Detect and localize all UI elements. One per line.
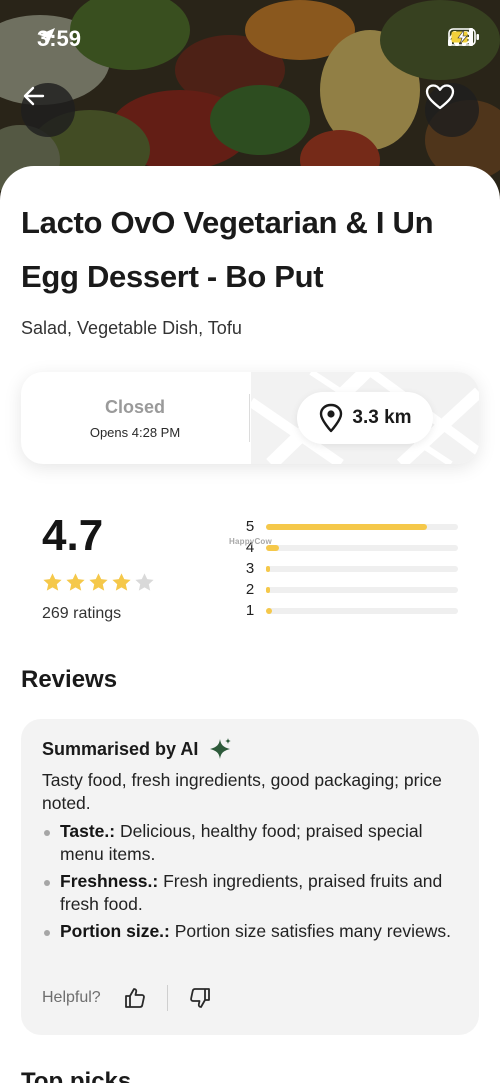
favorite-button[interactable] bbox=[425, 83, 479, 137]
histogram-bar bbox=[266, 566, 270, 572]
histogram-label: 1 bbox=[245, 602, 255, 619]
next-section-title: Top picks bbox=[21, 1068, 132, 1083]
histogram-label: 3 bbox=[245, 560, 255, 577]
histogram-row: 2 bbox=[243, 580, 458, 601]
star-filled-icon bbox=[66, 573, 85, 591]
star-filled-icon bbox=[112, 573, 131, 591]
reviews-title: Reviews bbox=[21, 666, 118, 693]
opens-time: Opens 4:28 PM bbox=[89, 425, 181, 440]
location-arrow-icon bbox=[39, 28, 55, 44]
watermark-logo: HappyCow bbox=[229, 537, 272, 546]
histogram-row: 1 bbox=[243, 601, 458, 622]
histogram-bar bbox=[266, 524, 428, 530]
histogram-row: 5 bbox=[243, 517, 458, 538]
histogram-track bbox=[266, 587, 458, 593]
ai-summary-header: Summarised by AI bbox=[42, 737, 232, 761]
ai-point-text: Portion size satisfies many reviews. bbox=[169, 921, 451, 941]
histogram-row: 3 bbox=[243, 559, 458, 580]
heart-icon bbox=[425, 84, 455, 110]
ai-point-freshness: Freshness.: Fresh ingredients, praised f… bbox=[42, 870, 462, 916]
ai-summary-card: Summarised by AI Tasty food, fresh ingre… bbox=[21, 719, 479, 1035]
histogram-row: 4 bbox=[243, 538, 458, 559]
divider bbox=[249, 394, 250, 442]
helpful-label: Helpful? bbox=[42, 989, 101, 1006]
ai-point-label: Freshness.: bbox=[60, 871, 159, 891]
ratings-count: 269 ratings bbox=[42, 605, 122, 622]
opening-hours: Closed Opens 4:28 PM bbox=[21, 372, 249, 464]
thumbs-down-icon[interactable] bbox=[188, 986, 212, 1010]
helpful-divider bbox=[166, 985, 168, 1011]
ai-point-label: Portion size.: bbox=[60, 921, 170, 941]
restaurant-name: Lacto OvO Vegetarian & I Un Egg Dessert … bbox=[21, 205, 434, 294]
sparkle-icon bbox=[210, 738, 232, 759]
histogram-track bbox=[266, 545, 458, 551]
status-bar: 3:59 4G bbox=[0, 0, 500, 80]
star-filled-icon bbox=[89, 573, 108, 591]
histogram-bar bbox=[266, 587, 270, 593]
ai-point-text: Delicious, healthy food; praised special… bbox=[60, 821, 423, 864]
cuisine-tags: Salad, Vegetable Dish, Tofu bbox=[21, 318, 242, 338]
rating-histogram: 5 43 2 1 bbox=[243, 517, 458, 622]
thumbs-up-icon[interactable] bbox=[123, 986, 147, 1010]
star-rating bbox=[42, 572, 155, 593]
ai-point-portion: Portion size.: Portion size satisfies ma… bbox=[42, 920, 462, 943]
histogram-track bbox=[266, 608, 458, 614]
info-card: Closed Opens 4:28 PM 3.3 km bbox=[21, 372, 479, 464]
ai-summary-points: Taste.: Delicious, healthy food; praised… bbox=[42, 820, 462, 947]
histogram-label: 2 bbox=[245, 581, 255, 598]
ai-summary-text: Tasty food, fresh ingredients, good pack… bbox=[42, 770, 442, 813]
back-button[interactable] bbox=[21, 83, 75, 137]
star-empty-icon bbox=[135, 573, 154, 591]
histogram-track bbox=[266, 566, 458, 572]
distance-value: 3.3 km bbox=[352, 407, 412, 428]
histogram-bar bbox=[266, 608, 272, 614]
battery-charging-icon bbox=[448, 28, 479, 46]
ai-point-label: Taste.: bbox=[60, 821, 116, 841]
ai-summary-label: Summarised by AI bbox=[42, 738, 199, 759]
ai-point-taste: Taste.: Delicious, healthy food; praised… bbox=[42, 820, 462, 866]
rating-average: 4.7 bbox=[42, 511, 104, 560]
star-filled-icon bbox=[43, 573, 62, 591]
distance-button[interactable]: 3.3 km bbox=[297, 392, 433, 444]
map-pin-icon bbox=[320, 403, 343, 433]
arrow-left-icon bbox=[23, 86, 45, 106]
histogram-label: 5 bbox=[245, 518, 255, 535]
open-status: Closed bbox=[104, 397, 165, 417]
histogram-track bbox=[266, 524, 458, 530]
helpful-feedback: Helpful? bbox=[42, 985, 212, 1011]
